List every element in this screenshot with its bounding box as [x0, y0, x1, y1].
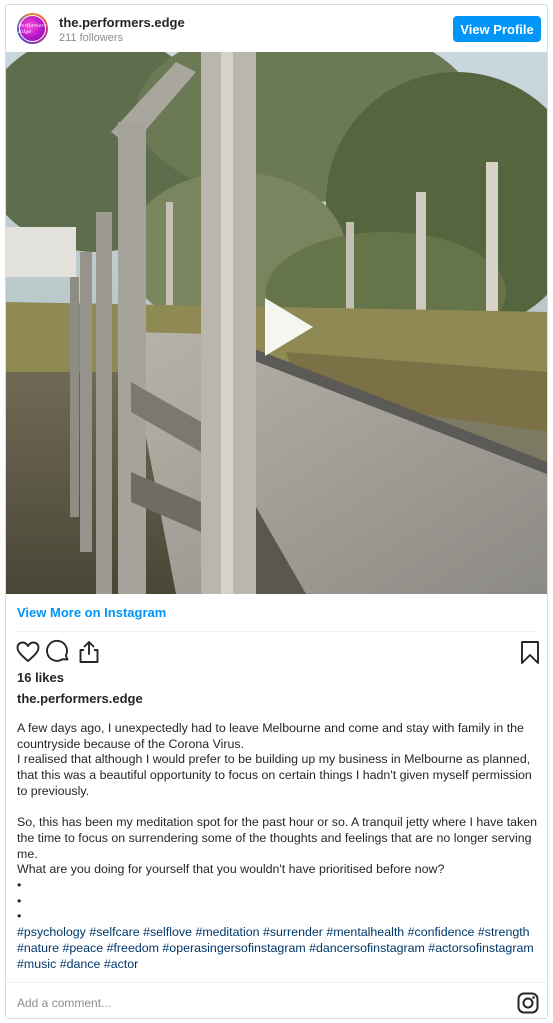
hashtag-link[interactable]: #nature [17, 941, 59, 955]
heart-icon[interactable] [15, 639, 41, 665]
hashtag-link[interactable]: #dance [60, 957, 101, 971]
divider [17, 631, 538, 632]
comment-icon[interactable] [45, 639, 71, 665]
play-icon[interactable] [251, 292, 321, 362]
hashtag-link[interactable]: #strength [478, 925, 530, 939]
comment-bar: Add a comment... [6, 982, 547, 1018]
hashtag-link[interactable]: #psychology [17, 925, 86, 939]
caption-paragraph: A few days ago, I unexpectedly had to le… [17, 721, 532, 798]
avatar[interactable]: Performers Edge [17, 13, 48, 44]
hashtag-list: #psychology #selfcare #selflove #meditat… [17, 925, 539, 972]
hashtag-link[interactable]: #operasingersofinstagram [162, 941, 305, 955]
hashtag-link[interactable]: #peace [62, 941, 103, 955]
video-thumbnail[interactable] [6, 52, 547, 594]
hashtag-link[interactable]: #mentalhealth [326, 925, 404, 939]
caption-username[interactable]: the.performers.edge [17, 691, 143, 706]
hashtag-link[interactable]: #surrender [263, 925, 323, 939]
add-comment-input[interactable]: Add a comment... [17, 996, 111, 1010]
hashtag-link[interactable]: #music [17, 957, 56, 971]
hashtag-link[interactable]: #selflove [143, 925, 192, 939]
like-count[interactable]: 16 likes [17, 670, 64, 685]
instagram-embed-card: Performers Edge the.performers.edge 211 … [5, 4, 548, 1019]
caption-text: A few days ago, I unexpectedly had to le… [17, 721, 539, 972]
share-icon[interactable] [76, 639, 102, 665]
action-bar [6, 637, 547, 667]
hashtag-link[interactable]: #meditation [195, 925, 259, 939]
bookmark-icon[interactable] [517, 639, 543, 665]
view-more-on-instagram-link[interactable]: View More on Instagram [17, 605, 166, 620]
username[interactable]: the.performers.edge [59, 15, 185, 30]
hashtag-link[interactable]: #dancersofinstagram [309, 941, 425, 955]
hashtag-link[interactable]: #freedom [107, 941, 159, 955]
hashtag-link[interactable]: #confidence [408, 925, 475, 939]
view-profile-button[interactable]: View Profile [453, 16, 541, 42]
avatar-logo-text: Performers Edge [18, 22, 47, 35]
hashtag-link[interactable]: #actorsofinstagram [428, 941, 533, 955]
hashtag-link[interactable]: #selfcare [89, 925, 139, 939]
post-header: Performers Edge the.performers.edge 211 … [6, 5, 547, 52]
follower-count: 211 followers [59, 32, 123, 44]
caption-paragraph: So, this has been my meditation spot for… [17, 815, 538, 924]
hashtag-link[interactable]: #actor [104, 957, 138, 971]
instagram-icon[interactable] [517, 992, 539, 1014]
avatar-image: Performers Edge [18, 15, 47, 42]
